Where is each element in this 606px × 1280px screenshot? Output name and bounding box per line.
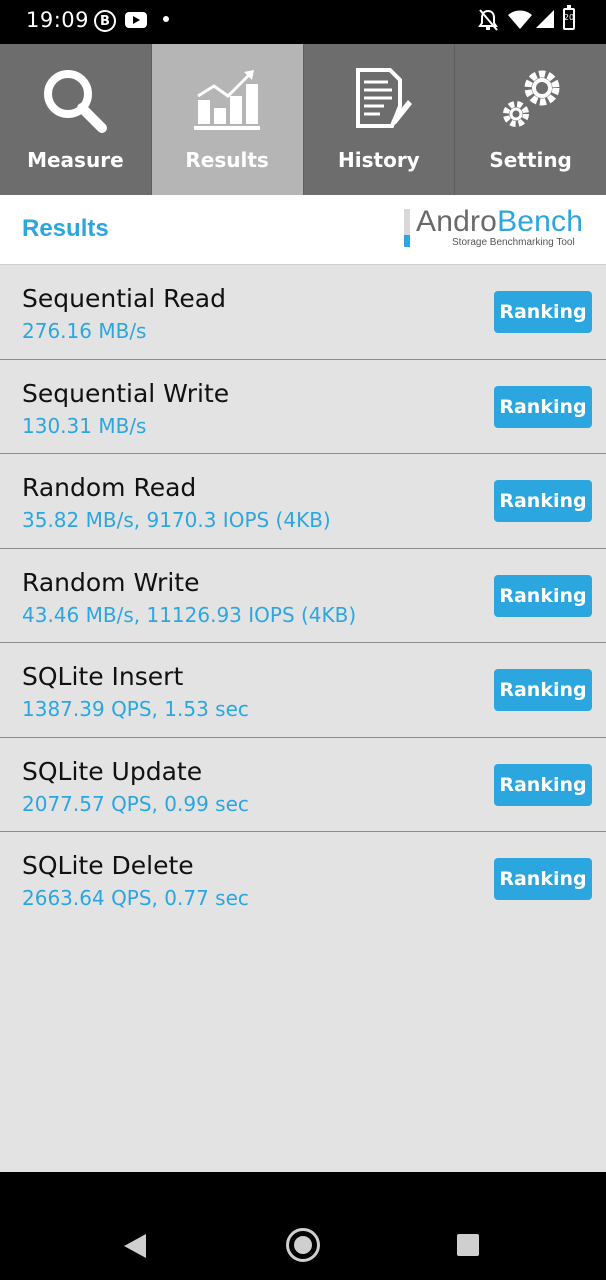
battery-icon: 20 bbox=[563, 5, 575, 30]
youtube-icon bbox=[125, 12, 147, 28]
results-list: Sequential Read 276.16 MB/s Ranking Sequ… bbox=[0, 265, 606, 1172]
tab-label-results: Results bbox=[185, 148, 269, 172]
system-nav-bar bbox=[0, 1172, 606, 1280]
bar-chart-icon bbox=[194, 70, 261, 130]
tab-history[interactable]: History bbox=[304, 44, 456, 195]
result-value: 130.31 MB/s bbox=[22, 413, 147, 438]
magnifier-icon bbox=[44, 70, 108, 133]
tab-label-measure: Measure bbox=[27, 148, 124, 172]
result-value: 1387.39 QPS, 1.53 sec bbox=[22, 697, 249, 721]
results-header: Results AndroBench Storage Benchmarking … bbox=[0, 195, 606, 265]
gears-icon bbox=[502, 70, 560, 127]
logo-tagline: Storage Benchmarking Tool bbox=[452, 237, 575, 248]
tab-label-setting: Setting bbox=[489, 148, 572, 172]
ranking-button[interactable]: Ranking bbox=[494, 669, 592, 711]
result-row: SQLite Insert 1387.39 QPS, 1.53 sec Rank… bbox=[0, 643, 606, 738]
tab-results[interactable]: Results bbox=[151, 44, 304, 195]
recent-apps-icon[interactable] bbox=[457, 1234, 479, 1256]
document-edit-icon bbox=[355, 68, 412, 128]
result-row: Sequential Read 276.16 MB/s Ranking bbox=[0, 265, 606, 360]
result-name: Random Write bbox=[22, 567, 200, 597]
page-title: Results bbox=[22, 215, 109, 242]
result-name: Random Read bbox=[22, 473, 197, 502]
bell-off-icon bbox=[478, 9, 498, 31]
notification-dot-icon bbox=[163, 16, 169, 22]
tab-label-history: History bbox=[338, 148, 420, 172]
status-bar: 19:09 B 20 bbox=[0, 0, 606, 44]
wifi-icon bbox=[508, 10, 532, 29]
logo-bench: Bench bbox=[497, 205, 584, 238]
result-name: SQLite Delete bbox=[22, 851, 194, 880]
result-name: Sequential Write bbox=[22, 378, 230, 408]
ranking-button[interactable]: Ranking bbox=[494, 291, 592, 333]
logo-andro: Andro bbox=[416, 205, 498, 238]
ranking-button[interactable]: Ranking bbox=[494, 480, 592, 522]
result-value: 43.46 MB/s, 11126.93 IOPS (4KB) bbox=[22, 602, 357, 627]
signal-icon bbox=[536, 10, 554, 28]
result-row: SQLite Update 2077.57 QPS, 0.99 sec Rank… bbox=[0, 738, 606, 832]
tab-setting[interactable]: Setting bbox=[455, 44, 606, 195]
androbench-logo: AndroBench Storage Benchmarking Tool bbox=[404, 205, 590, 251]
home-icon[interactable] bbox=[286, 1228, 320, 1262]
tab-measure[interactable]: Measure bbox=[0, 44, 152, 195]
result-row: Sequential Write 130.31 MB/s Ranking bbox=[0, 360, 606, 454]
tab-bar: Measure Results History Setting bbox=[0, 44, 606, 195]
result-name: Sequential Read bbox=[22, 284, 226, 313]
result-row: Random Write 43.46 MB/s, 11126.93 IOPS (… bbox=[0, 549, 606, 643]
result-value: 35.82 MB/s, 9170.3 IOPS (4KB) bbox=[22, 508, 331, 532]
result-name: SQLite Insert bbox=[22, 662, 184, 691]
ranking-button[interactable]: Ranking bbox=[494, 574, 592, 617]
result-name: SQLite Update bbox=[22, 756, 203, 786]
logo-bar-blue bbox=[404, 235, 410, 247]
ranking-button[interactable]: Ranking bbox=[494, 858, 592, 900]
back-icon[interactable] bbox=[124, 1234, 146, 1258]
logo-bar-grey bbox=[404, 209, 410, 235]
ranking-button[interactable]: Ranking bbox=[494, 763, 592, 806]
result-value: 2663.64 QPS, 0.77 sec bbox=[22, 886, 249, 910]
result-value: 276.16 MB/s bbox=[22, 319, 147, 343]
battery-level: 20 bbox=[563, 13, 575, 22]
status-time: 19:09 bbox=[26, 8, 90, 32]
result-row: SQLite Delete 2663.64 QPS, 0.77 sec Rank… bbox=[0, 832, 606, 927]
b-icon: B bbox=[94, 10, 116, 32]
ranking-button[interactable]: Ranking bbox=[494, 385, 592, 428]
result-row: Random Read 35.82 MB/s, 9170.3 IOPS (4KB… bbox=[0, 454, 606, 549]
logo-text: AndroBench bbox=[416, 205, 583, 239]
result-value: 2077.57 QPS, 0.99 sec bbox=[22, 791, 249, 816]
